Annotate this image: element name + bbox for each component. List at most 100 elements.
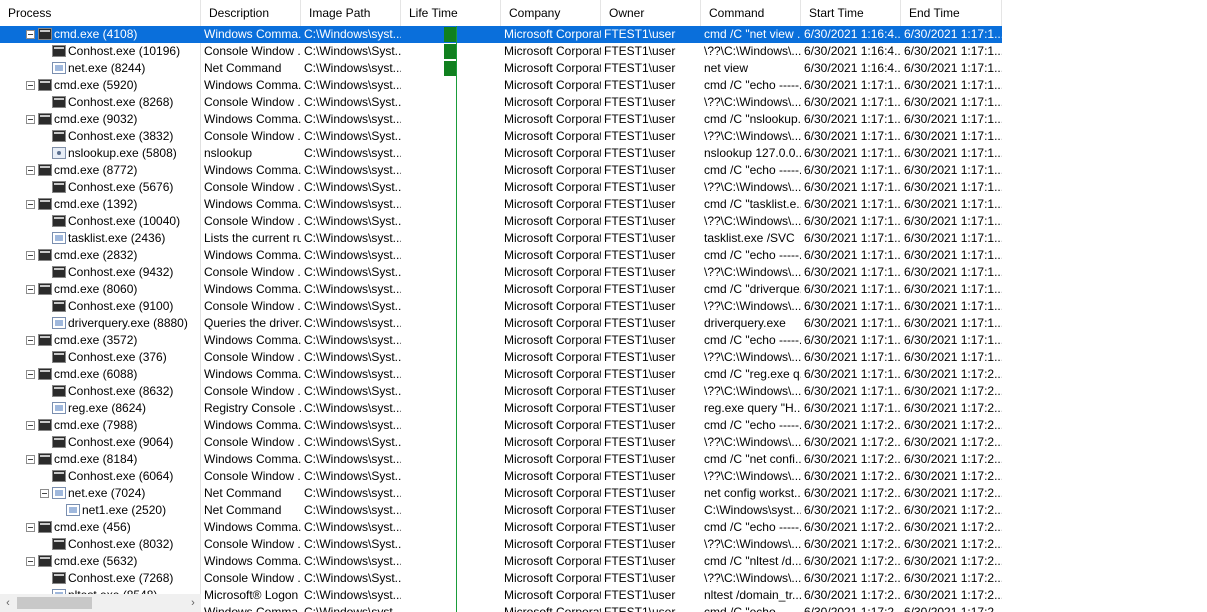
column-header-command[interactable]: Command (701, 0, 801, 26)
column-header-process[interactable]: Process (0, 0, 201, 26)
collapse-toggle-icon[interactable] (26, 200, 35, 209)
command-cell: cmd /C "net confi... (704, 452, 801, 466)
app-icon (52, 402, 66, 414)
description-cell: Net Command (204, 486, 282, 500)
console-icon (52, 215, 66, 227)
collapse-toggle-icon[interactable] (26, 166, 35, 175)
end-time-cell: 6/30/2021 1:17:1... (904, 214, 1002, 228)
process-row[interactable]: Conhost.exe (10040) Console Window ... C:\… (0, 213, 1002, 230)
collapse-toggle-icon[interactable] (26, 30, 35, 39)
process-row[interactable]: Conhost.exe (8268) Console Window ... C:\W… (0, 94, 1002, 111)
owner-cell: FTEST1\user (604, 112, 676, 126)
process-row[interactable]: cmd.exe (5632) Windows Comma... C:\Windows… (0, 553, 1002, 570)
process-row[interactable]: Conhost.exe (8632) Console Window ... C:\W… (0, 383, 1002, 400)
console-icon (52, 130, 66, 142)
process-row[interactable]: Conhost.exe (376) Console Window ... C:\Wi… (0, 349, 1002, 366)
company-cell: Microsoft Corporat... (504, 571, 601, 585)
description-cell: Windows Comma... (204, 248, 301, 262)
command-cell: \??\C:\Windows\... (704, 571, 801, 585)
collapse-toggle-icon[interactable] (26, 455, 35, 464)
collapse-toggle-icon[interactable] (26, 421, 35, 430)
image-path-cell: C:\Windows\syst... (304, 401, 401, 415)
collapse-toggle-icon[interactable] (40, 489, 49, 498)
process-row[interactable]: Conhost.exe (9064) Console Window ... C:\W… (0, 434, 1002, 451)
process-row[interactable]: cmd.exe (8772) Windows Comma... C:\Windows… (0, 162, 1002, 179)
collapse-toggle-icon[interactable] (26, 285, 35, 294)
process-row[interactable]: cmd.exe (8184) Windows Comma... C:\Windows… (0, 451, 1002, 468)
process-row[interactable]: Conhost.exe (6064) Console Window ... C:\W… (0, 468, 1002, 485)
company-cell: Microsoft Corporat... (504, 520, 601, 534)
console-icon (38, 113, 52, 125)
process-row[interactable]: Conhost.exe (7268) Console Window ... C:\W… (0, 570, 1002, 587)
process-row[interactable]: net.exe (7024) Net Command C:\Windows\syst… (0, 485, 1002, 502)
image-path-cell: C:\Windows\syst... (304, 78, 401, 92)
system-icon (52, 147, 66, 159)
process-row[interactable]: driverquery.exe (8880) Queries the driver… (0, 315, 1002, 332)
command-cell: \??\C:\Windows\... (704, 384, 801, 398)
image-path-cell: C:\Windows\Syst... (304, 44, 401, 58)
image-path-cell: C:\Windows\syst... (304, 146, 401, 160)
collapse-toggle-icon[interactable] (26, 251, 35, 260)
console-icon (52, 300, 66, 312)
owner-cell: FTEST1\user (604, 452, 676, 466)
image-path-cell: C:\Windows\Syst... (304, 129, 401, 143)
process-row[interactable]: cmd.exe (4108) Windows Comma... C:\Windows… (0, 26, 1002, 43)
horizontal-scrollbar[interactable]: ‹ › (0, 594, 201, 612)
process-row[interactable]: cmd.exe (1392) Windows Comma... C:\Windows… (0, 196, 1002, 213)
process-row[interactable]: net.exe (8244) Net Command C:\Windows\syst… (0, 60, 1002, 77)
command-cell: driverquery.exe (704, 316, 786, 330)
process-row[interactable]: cmd.exe (456) Windows Comma... C:\Windows\… (0, 519, 1002, 536)
owner-cell: FTEST1\user (604, 146, 676, 160)
column-header-image-path[interactable]: Image Path (301, 0, 401, 26)
collapse-toggle-icon[interactable] (26, 523, 35, 532)
process-row[interactable]: reg.exe (8624) Registry Console ... C:\Win… (0, 400, 1002, 417)
process-row[interactable]: Conhost.exe (9100) Console Window ... C:\W… (0, 298, 1002, 315)
process-row[interactable]: cmd.exe (7988) Windows Comma... C:\Windows… (0, 417, 1002, 434)
life-time-line (456, 26, 457, 612)
process-row[interactable]: Conhost.exe (8032) Console Window ... C:\W… (0, 536, 1002, 553)
process-row[interactable]: nslookup.exe (5808) nslookup C:\Windows\sy… (0, 145, 1002, 162)
process-row[interactable]: net1.exe (2520) Net Command C:\Windows\sys… (0, 502, 1002, 519)
column-header-life-time[interactable]: Life Time (401, 0, 501, 26)
column-header-owner[interactable]: Owner (601, 0, 701, 26)
collapse-toggle-icon[interactable] (26, 115, 35, 124)
process-row[interactable]: Conhost.exe (9432) Console Window ... C:\W… (0, 264, 1002, 281)
collapse-toggle-icon[interactable] (26, 557, 35, 566)
console-icon (38, 555, 52, 567)
process-row[interactable]: cmd.exe (8060) Windows Comma... C:\Windows… (0, 281, 1002, 298)
column-header-description[interactable]: Description (201, 0, 301, 26)
column-header-company[interactable]: Company (501, 0, 601, 26)
company-cell: Microsoft Corporat... (504, 180, 601, 194)
command-cell: net view (704, 61, 749, 75)
scroll-thumb[interactable] (17, 597, 92, 609)
company-cell: Microsoft Corporat... (504, 248, 601, 262)
process-row[interactable]: cmd.exe (2832) Windows Comma... C:\Windows… (0, 247, 1002, 264)
process-row[interactable]: Conhost.exe (3832) Console Window ... C:\W… (0, 128, 1002, 145)
end-time-cell: 6/30/2021 1:17:1... (904, 350, 1002, 364)
process-name: driverquery.exe (8880) (68, 316, 188, 330)
process-name: cmd.exe (7988) (54, 418, 138, 432)
collapse-toggle-icon[interactable] (26, 81, 35, 90)
start-time-cell: 6/30/2021 1:17:1... (804, 282, 901, 296)
company-cell: Microsoft Corporat... (504, 605, 601, 612)
company-cell: Microsoft Corporat... (504, 469, 601, 483)
scroll-left-arrow-icon[interactable]: ‹ (0, 594, 16, 612)
process-name: cmd.exe (1392) (54, 197, 138, 211)
column-header-start-time[interactable]: Start Time (801, 0, 901, 26)
process-row[interactable]: tasklist.exe (2436) Lists the current ru.… (0, 230, 1002, 247)
process-row[interactable]: Conhost.exe (5676) Console Window ... C:\W… (0, 179, 1002, 196)
start-time-cell: 6/30/2021 1:17:1... (804, 350, 901, 364)
owner-cell: FTEST1\user (604, 554, 676, 568)
column-header-end-time[interactable]: End Time (901, 0, 1002, 26)
process-row[interactable]: Conhost.exe (10196) Console Window ... C:\… (0, 43, 1002, 60)
process-row[interactable]: cmd.exe (5920) Windows Comma... C:\Windows… (0, 77, 1002, 94)
scroll-right-arrow-icon[interactable]: › (185, 594, 201, 612)
process-tree-view[interactable]: Process Description Image Path Life Time… (0, 0, 1207, 612)
collapse-toggle-icon[interactable] (26, 370, 35, 379)
process-row[interactable]: cmd.exe (9032) Windows Comma... C:\Windows… (0, 111, 1002, 128)
process-row[interactable]: cmd.exe (6088) Windows Comma... C:\Windows… (0, 366, 1002, 383)
process-row[interactable]: cmd.exe (3572) Windows Comma... C:\Windows… (0, 332, 1002, 349)
owner-cell: FTEST1\user (604, 418, 676, 432)
collapse-toggle-icon[interactable] (26, 336, 35, 345)
owner-cell: FTEST1\user (604, 503, 676, 517)
